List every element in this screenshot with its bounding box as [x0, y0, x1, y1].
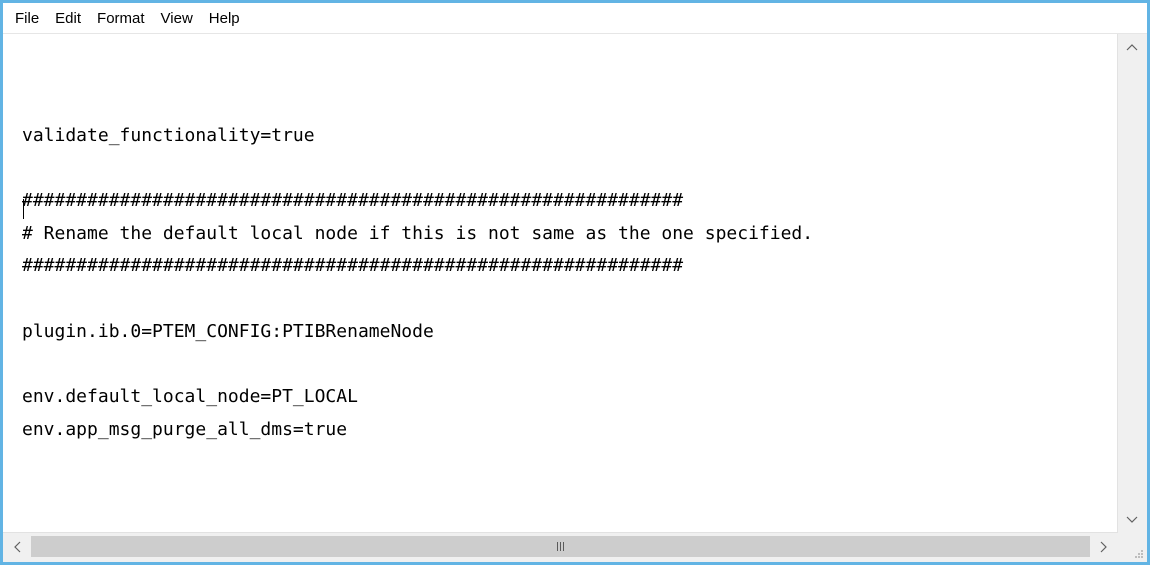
- text-line[interactable]: validate_functionality=true: [22, 120, 1118, 153]
- chevron-left-icon[interactable]: [3, 533, 31, 561]
- resize-grip-icon[interactable]: [1118, 533, 1147, 562]
- text-line[interactable]: ########################################…: [22, 250, 1118, 283]
- text-line[interactable]: env.default_local_node=PT_LOCAL: [22, 381, 1118, 414]
- text-line[interactable]: [22, 87, 1118, 120]
- text-line[interactable]: [22, 283, 1118, 316]
- horizontal-scrollbar[interactable]: [3, 532, 1118, 562]
- menu-file[interactable]: File: [7, 7, 47, 30]
- vertical-scrollbar[interactable]: [1117, 34, 1147, 533]
- notepad-window: File Edit Format View Help validate_func…: [0, 0, 1150, 565]
- menu-bar: File Edit Format View Help: [3, 3, 1147, 34]
- horizontal-scroll-thumb[interactable]: [31, 536, 1090, 557]
- chevron-right-icon[interactable]: [1090, 533, 1118, 561]
- text-editor[interactable]: validate_functionality=true #############…: [3, 34, 1118, 533]
- chevron-up-icon[interactable]: [1118, 34, 1146, 60]
- menu-view[interactable]: View: [153, 7, 201, 30]
- text-content[interactable]: validate_functionality=true #############…: [3, 34, 1118, 533]
- text-caret: [23, 199, 24, 219]
- chevron-down-icon[interactable]: [1118, 507, 1146, 533]
- menu-help[interactable]: Help: [201, 7, 248, 30]
- menu-edit[interactable]: Edit: [47, 7, 89, 30]
- menu-format[interactable]: Format: [89, 7, 153, 30]
- text-line[interactable]: ########################################…: [22, 185, 1118, 218]
- text-line[interactable]: [22, 349, 1118, 382]
- text-line[interactable]: env.app_msg_purge_all_dms=true: [22, 414, 1118, 447]
- grip-icon: [557, 542, 564, 551]
- text-line[interactable]: [22, 152, 1118, 185]
- text-line[interactable]: plugin.ib.0=PTEM_CONFIG:PTIBRenameNode: [22, 316, 1118, 349]
- text-line[interactable]: # Rename the default local node if this …: [22, 218, 1118, 251]
